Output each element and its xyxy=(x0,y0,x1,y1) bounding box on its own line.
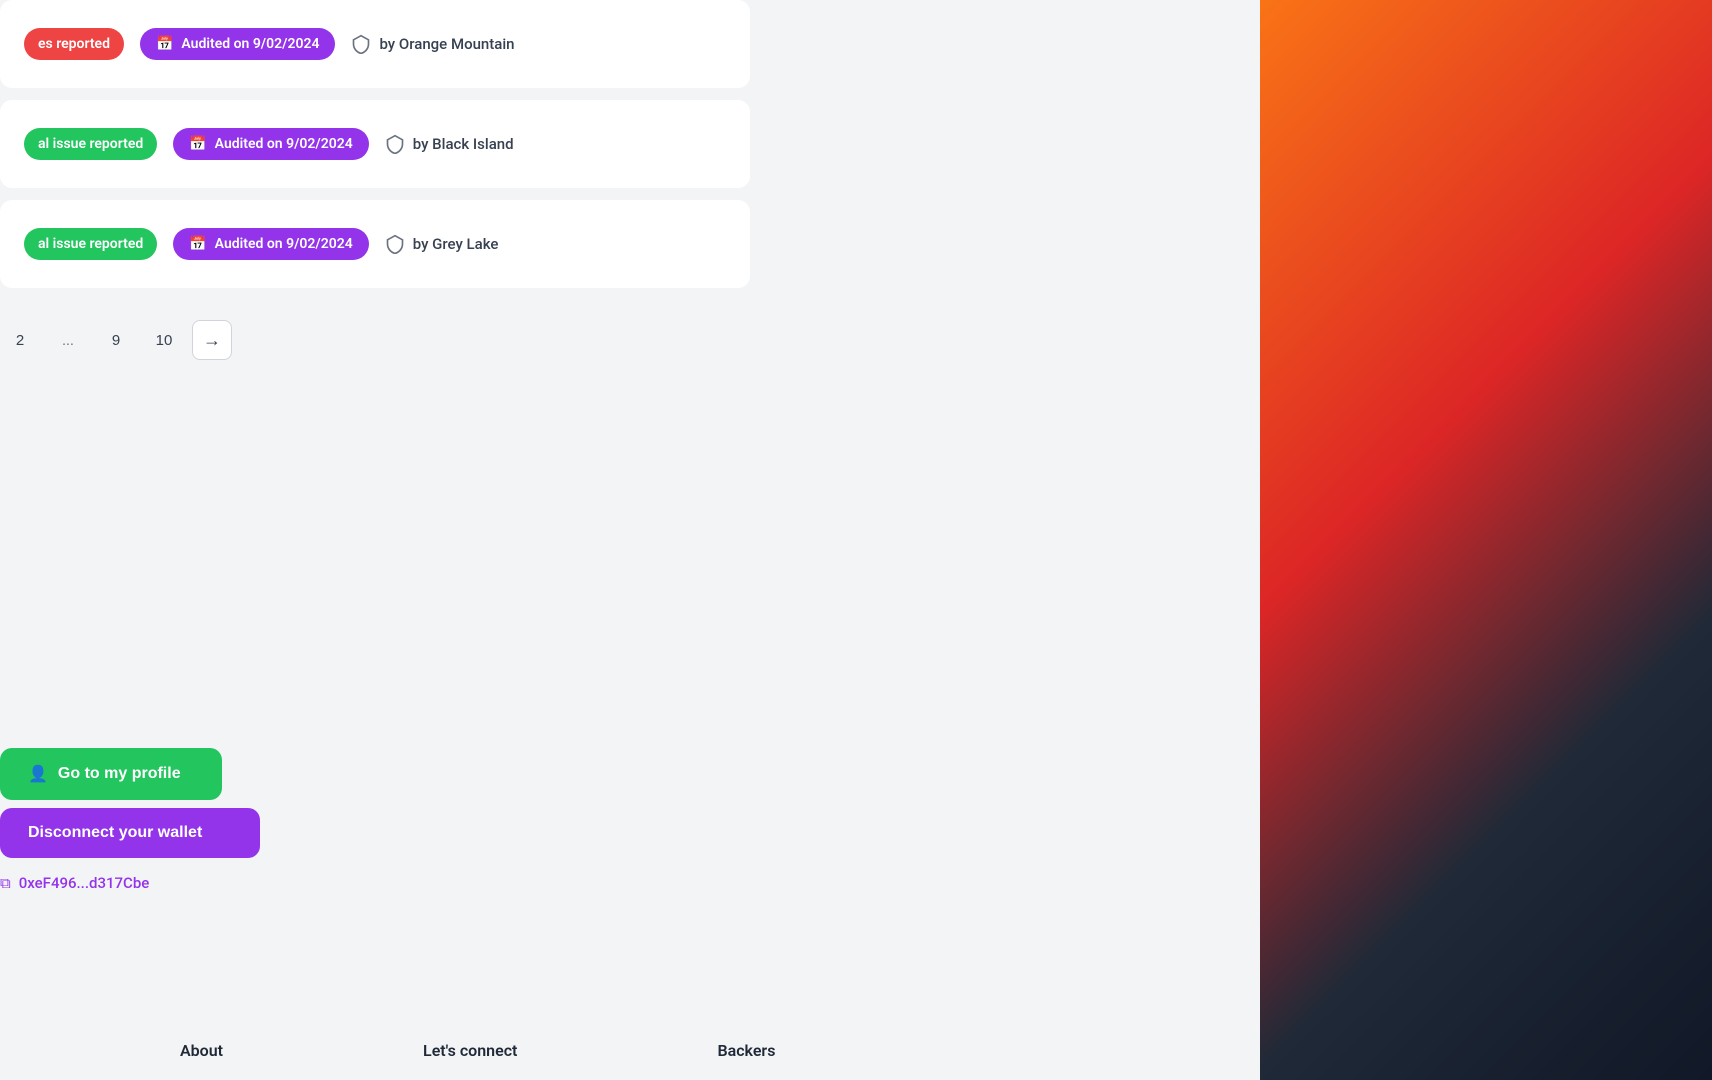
shield-icon-1 xyxy=(351,34,371,54)
audit-card-3: al issue reported 📅 Audited on 9/02/2024… xyxy=(0,200,750,288)
user-icon: 👤 xyxy=(28,764,48,784)
audit-badge-3: 📅 Audited on 9/02/2024 xyxy=(173,228,369,260)
page-next-button[interactable]: → xyxy=(192,320,232,360)
calendar-icon-1: 📅 xyxy=(156,36,173,52)
audit-card-2: al issue reported 📅 Audited on 9/02/2024… xyxy=(0,100,750,188)
calendar-icon-3: 📅 xyxy=(189,236,206,252)
footer-connect: Let's connect xyxy=(423,1041,517,1060)
sidebar-bottom: 👤 Go to my profile Disconnect your walle… xyxy=(0,748,260,900)
page-9-button[interactable]: 9 xyxy=(96,320,136,360)
audit-card-1: es reported 📅 Audited on 9/02/2024 by Or… xyxy=(0,0,750,88)
footer-columns: About Let's connect Backers xyxy=(0,1041,775,1060)
page-2-button[interactable]: 2 xyxy=(0,320,40,360)
wallet-address[interactable]: ⧉ 0xeF496...d317Cbe xyxy=(0,866,260,900)
go-to-profile-button[interactable]: 👤 Go to my profile xyxy=(0,748,222,800)
page-10-button[interactable]: 10 xyxy=(144,320,184,360)
footer-about: About xyxy=(180,1041,223,1060)
issues-badge-2: al issue reported xyxy=(24,128,157,160)
pagination: 2 ... 9 10 → xyxy=(0,300,760,400)
footer: About Let's connect Backers xyxy=(0,980,1260,1080)
footer-backers: Backers xyxy=(717,1041,775,1060)
issues-badge-3: al issue reported xyxy=(24,228,157,260)
calendar-icon-2: 📅 xyxy=(189,136,206,152)
auditor-info-1: by Orange Mountain xyxy=(351,34,514,54)
shield-icon-3 xyxy=(385,234,405,254)
audit-badge-2: 📅 Audited on 9/02/2024 xyxy=(173,128,369,160)
auditor-info-2: by Black Island xyxy=(385,134,514,154)
copy-icon: ⧉ xyxy=(0,874,11,892)
page-ellipsis: ... xyxy=(48,320,88,360)
audit-badge-1: 📅 Audited on 9/02/2024 xyxy=(140,28,336,60)
shield-icon-2 xyxy=(385,134,405,154)
auditor-info-3: by Grey Lake xyxy=(385,234,499,254)
disconnect-wallet-button[interactable]: Disconnect your wallet xyxy=(0,808,260,858)
issues-badge-1: es reported xyxy=(24,28,124,60)
right-decoration-panel xyxy=(1260,0,1712,1080)
